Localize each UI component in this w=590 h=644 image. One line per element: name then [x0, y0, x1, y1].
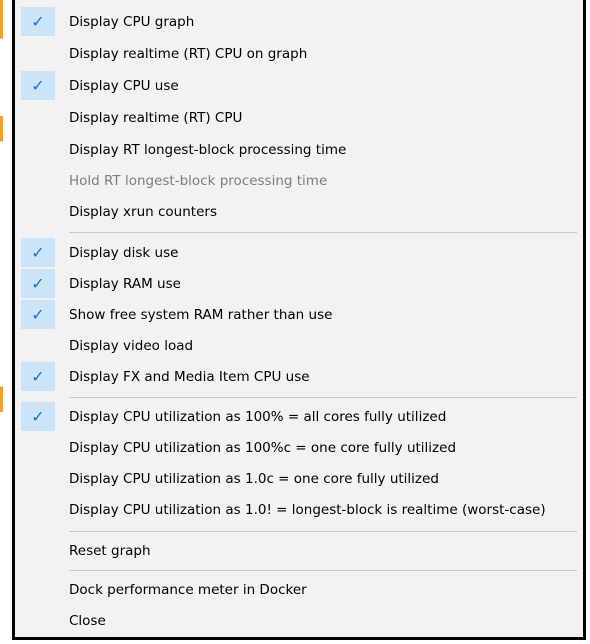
menu-item-label: Display RT longest-block processing time: [69, 141, 347, 158]
menu-separator: [69, 531, 577, 532]
menu-item-display-disk-use[interactable]: ✓ Display disk use: [15, 237, 583, 268]
checkmark-icon: ✓: [21, 269, 55, 298]
menu-item-label: Dock performance meter in Docker: [69, 581, 307, 598]
menu-item-cpu-util-1c-one-core[interactable]: Display CPU utilization as 1.0c = one co…: [15, 463, 583, 494]
background-window-edge: [0, 0, 3, 644]
menu-item-display-cpu-graph[interactable]: ✓ Display CPU graph: [15, 6, 583, 37]
menu-item-reset-graph[interactable]: Reset graph: [15, 535, 583, 566]
menu-item-display-ram-use[interactable]: ✓ Display RAM use: [15, 268, 583, 299]
checkmark-icon: ✓: [21, 71, 55, 100]
menu-item-label: Display realtime (RT) CPU on graph: [69, 45, 308, 62]
menu-item-cpu-util-1-worst-case[interactable]: Display CPU utilization as 1.0! = longes…: [15, 494, 583, 525]
menu-item-hold-rt-longest-block: Hold RT longest-block processing time: [15, 165, 583, 196]
menu-item-cpu-util-100c-one-core[interactable]: Display CPU utilization as 100%c = one c…: [15, 432, 583, 463]
menu-item-label: Display CPU utilization as 1.0! = longes…: [69, 501, 546, 518]
menu-item-dock-in-docker[interactable]: Dock performance meter in Docker: [15, 574, 583, 605]
checkmark-icon: ✓: [21, 7, 55, 36]
menu-item-label: Display CPU graph: [69, 13, 195, 30]
menu-item-display-video-load[interactable]: Display video load: [15, 330, 583, 361]
menu-separator: [69, 397, 577, 398]
menu-item-display-rt-longest-block[interactable]: Display RT longest-block processing time: [15, 134, 583, 165]
menu-item-label: Display disk use: [69, 244, 179, 261]
menu-item-label: Display CPU use: [69, 77, 179, 94]
menu-item-label: Display CPU utilization as 100%c = one c…: [69, 439, 457, 456]
menu-item-display-rt-cpu-on-graph[interactable]: Display realtime (RT) CPU on graph: [15, 38, 583, 69]
menu-item-display-fx-media-cpu[interactable]: ✓ Display FX and Media Item CPU use: [15, 361, 583, 392]
menu-item-label: Display CPU utilization as 100% = all co…: [69, 408, 447, 425]
menu-item-label: Display RAM use: [69, 275, 181, 292]
menu-item-label: Display FX and Media Item CPU use: [69, 368, 310, 385]
context-menu: ✓ Display CPU graph Display realtime (RT…: [12, 0, 586, 640]
menu-item-label: Display CPU utilization as 1.0c = one co…: [69, 470, 439, 487]
menu-separator: [69, 232, 577, 233]
menu-item-close[interactable]: Close: [15, 605, 583, 636]
menu-item-display-xrun-counters[interactable]: Display xrun counters: [15, 196, 583, 227]
menu-item-label: Display video load: [69, 337, 194, 354]
checkmark-icon: ✓: [21, 238, 55, 267]
menu-item-label: Hold RT longest-block processing time: [69, 172, 328, 189]
menu-separator: [69, 570, 577, 571]
menu-item-label: Display xrun counters: [69, 203, 217, 220]
menu-item-show-free-system-ram[interactable]: ✓ Show free system RAM rather than use: [15, 299, 583, 330]
checkmark-icon: ✓: [21, 402, 55, 431]
menu-item-label: Reset graph: [69, 542, 151, 559]
menu-item-cpu-util-100-all-cores[interactable]: ✓ Display CPU utilization as 100% = all …: [15, 401, 583, 432]
menu-item-label: Close: [69, 612, 106, 629]
checkmark-icon: ✓: [21, 300, 55, 329]
menu-item-label: Display realtime (RT) CPU: [69, 109, 243, 126]
menu-item-display-rt-cpu[interactable]: Display realtime (RT) CPU: [15, 102, 583, 133]
menu-item-label: Show free system RAM rather than use: [69, 306, 333, 323]
menu-item-display-cpu-use[interactable]: ✓ Display CPU use: [15, 70, 583, 101]
checkmark-icon: ✓: [21, 362, 55, 391]
